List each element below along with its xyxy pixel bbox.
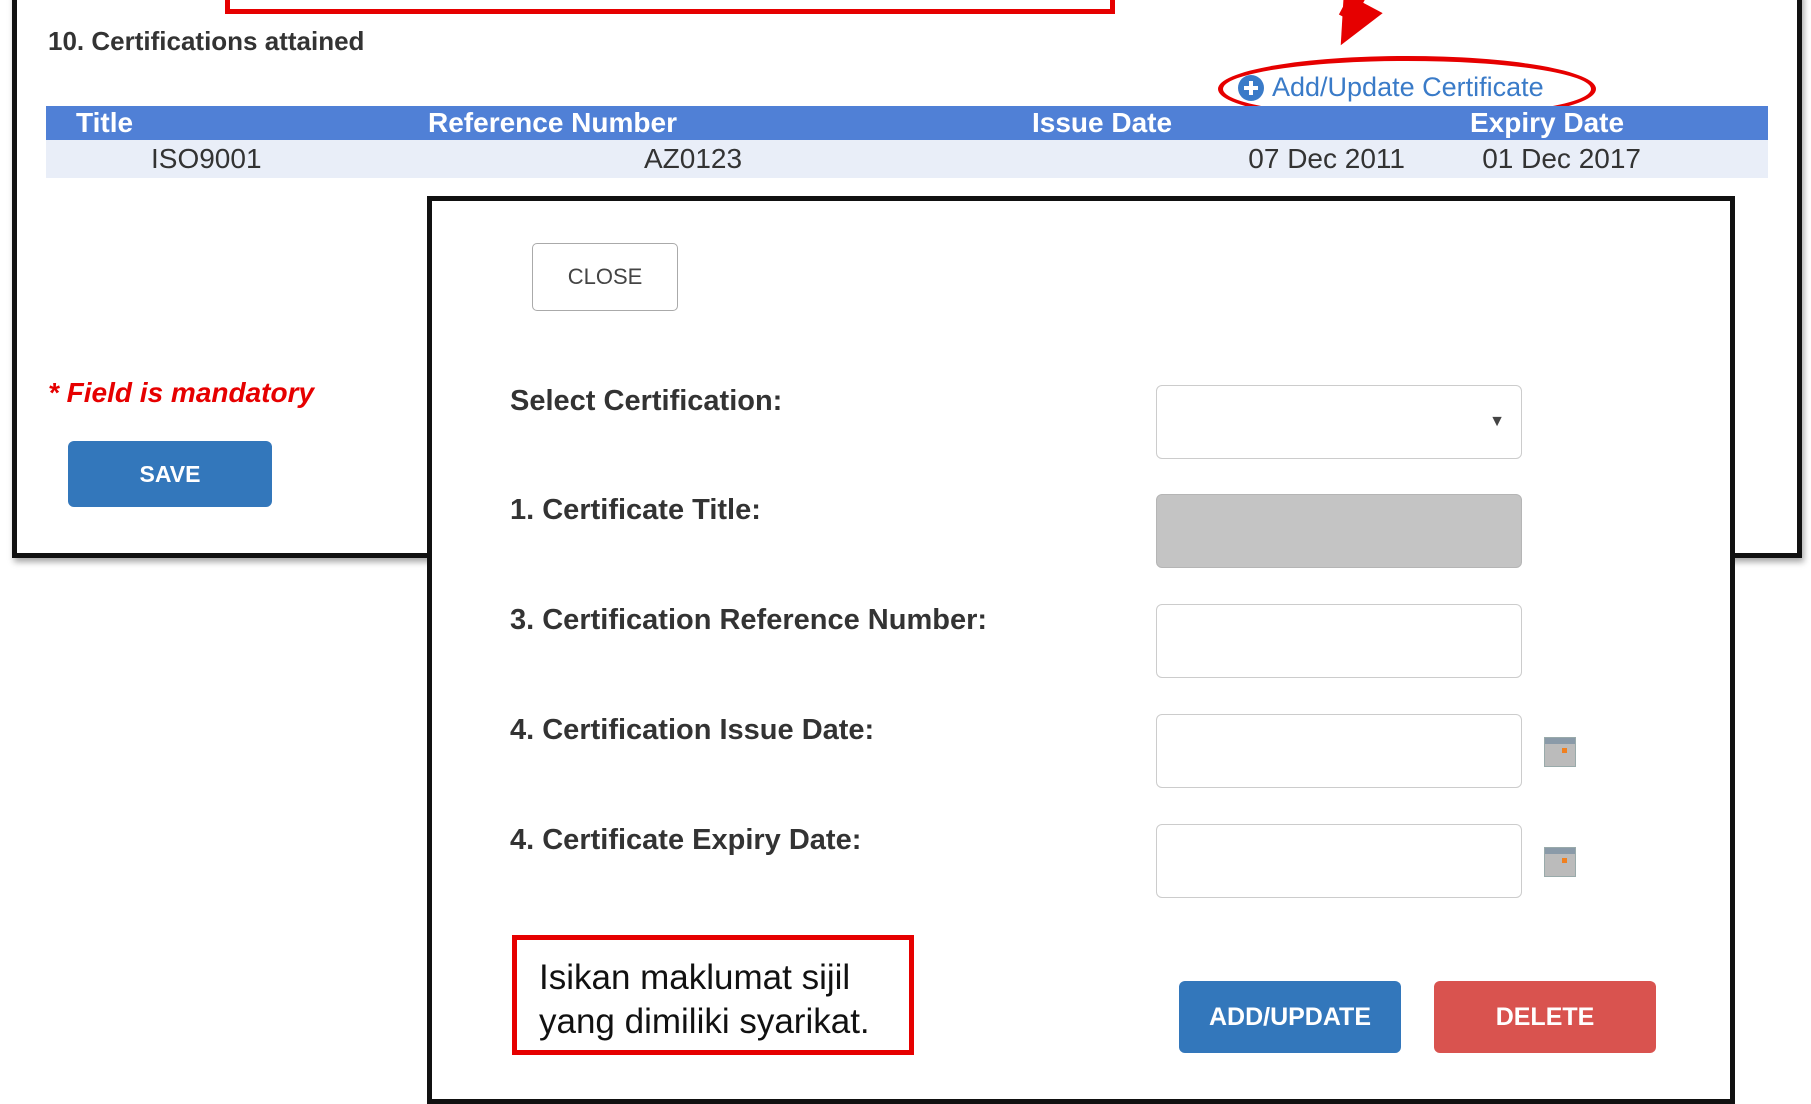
cell-expiry-date: 01 Dec 2017	[1440, 140, 1768, 178]
select-certification-label: Select Certification:	[510, 385, 783, 417]
col-issue-date: Issue Date	[1002, 106, 1440, 140]
expiry-date-label: 4. Certificate Expiry Date:	[510, 824, 862, 856]
certifications-table: Title Reference Number Issue Date Expiry…	[46, 106, 1768, 178]
calendar-icon[interactable]	[1544, 737, 1576, 767]
reference-number-label: 3. Certification Reference Number:	[510, 604, 988, 636]
chevron-down-icon: ▼	[1489, 413, 1505, 430]
reference-number-field[interactable]	[1156, 604, 1522, 678]
col-expiry-date: Expiry Date	[1440, 106, 1768, 140]
certificate-title-field	[1156, 494, 1522, 568]
table-row[interactable]: ISO9001 AZ0123 07 Dec 2011 01 Dec 2017	[46, 140, 1768, 178]
certificate-title-label: 1. Certificate Title:	[510, 494, 761, 526]
annotation-top-box	[225, 0, 1115, 14]
plus-circle-icon	[1238, 74, 1264, 101]
cell-issue-date: 07 Dec 2011	[1002, 140, 1440, 178]
add-update-button[interactable]: ADD/UPDATE	[1179, 981, 1401, 1053]
table-header-row: Title Reference Number Issue Date Expiry…	[46, 106, 1768, 140]
calendar-icon[interactable]	[1544, 847, 1576, 877]
save-button[interactable]: SAVE	[68, 441, 272, 507]
cell-reference-number: AZ0123	[398, 140, 1002, 178]
section-title: 10. Certifications attained	[48, 26, 365, 56]
select-certification-dropdown[interactable]: ▼	[1156, 385, 1522, 459]
expiry-date-field[interactable]	[1156, 824, 1522, 898]
col-title: Title	[46, 106, 398, 140]
cell-title: ISO9001	[46, 140, 398, 178]
certificate-modal: CLOSE Select Certification: ▼ 1. Certifi…	[427, 196, 1735, 1104]
close-button[interactable]: CLOSE	[532, 243, 678, 311]
issue-date-label: 4. Certification Issue Date:	[510, 714, 875, 746]
mandatory-note: * Field is mandatory	[48, 377, 315, 408]
issue-date-field[interactable]	[1156, 714, 1522, 788]
add-update-certificate-link[interactable]: Add/Update Certificate	[1238, 72, 1544, 103]
annotation-note: Isikan maklumat sijil yang dimiliki syar…	[512, 935, 914, 1055]
delete-button[interactable]: DELETE	[1434, 981, 1656, 1053]
col-reference-number: Reference Number	[398, 106, 1002, 140]
add-link-label: Add/Update Certificate	[1272, 72, 1544, 102]
